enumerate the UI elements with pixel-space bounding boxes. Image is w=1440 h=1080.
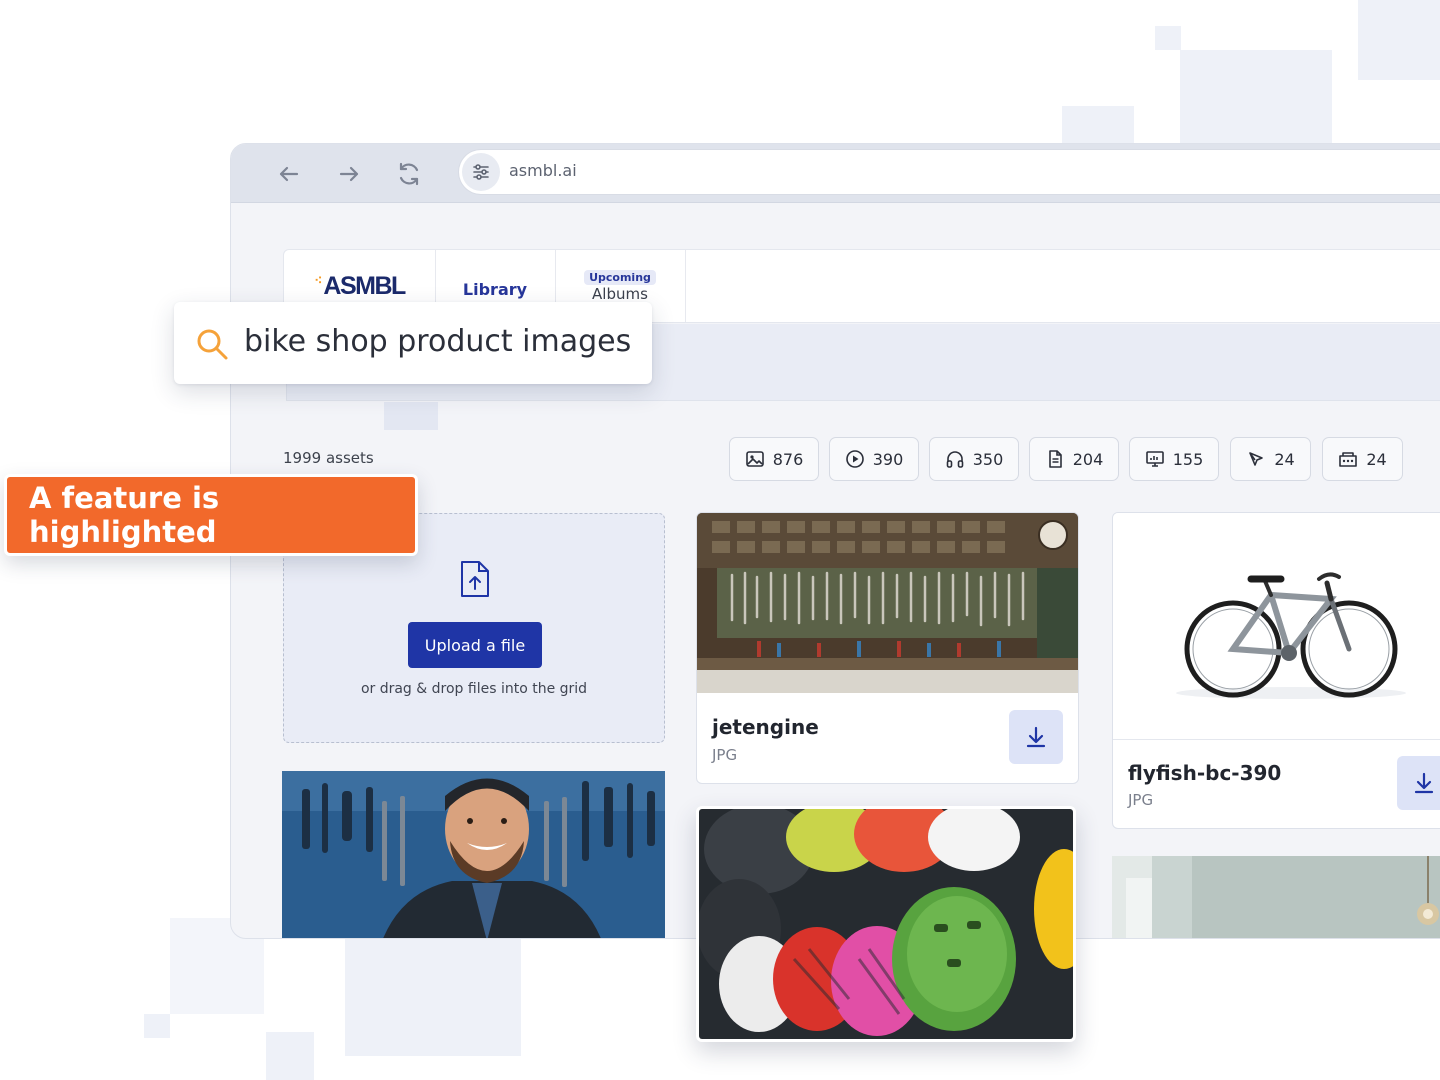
filter-images[interactable]: 876 <box>729 437 819 481</box>
asset-type: JPG <box>1128 791 1154 809</box>
asset-count: 1999 assets <box>283 449 374 467</box>
asset-thumbnail-bicycle <box>1113 513 1440 740</box>
image-icon <box>745 451 764 467</box>
filter-count: 155 <box>1172 449 1204 469</box>
reload-icon[interactable] <box>393 158 425 190</box>
asset-thumbnail-helmets[interactable] <box>696 806 1076 1042</box>
room-photo <box>1112 856 1440 938</box>
vector-icon <box>1249 452 1264 466</box>
tab-library-label: Library <box>462 279 528 299</box>
helmets-photo <box>699 809 1073 1039</box>
logo-text: ASMBL <box>323 271 406 300</box>
background-square <box>1062 106 1134 144</box>
asset-card[interactable]: jetengine JPG <box>696 512 1079 784</box>
logo-spark-icon: ⁖ <box>314 271 323 288</box>
tab-albums-label: Albums <box>592 284 648 303</box>
upcoming-badge: Upcoming <box>584 269 656 285</box>
audio-icon <box>946 451 964 468</box>
background-square <box>1155 26 1181 50</box>
site-settings-icon[interactable] <box>462 153 500 191</box>
filter-other[interactable]: 24 <box>1322 437 1403 481</box>
back-arrow-icon[interactable] <box>273 158 305 190</box>
download-icon <box>1414 772 1434 794</box>
filter-count: 876 <box>772 449 804 469</box>
download-button[interactable] <box>1397 756 1440 810</box>
search-bar[interactable]: bike shop product images <box>174 302 652 384</box>
background-square <box>266 1032 314 1080</box>
file-upload-icon <box>461 561 489 597</box>
other-icon <box>1339 452 1358 467</box>
upload-hint: or drag & drop files into the grid <box>360 681 588 697</box>
background-square <box>1358 0 1440 80</box>
video-icon <box>845 450 864 468</box>
filter-documents[interactable]: 204 <box>1029 437 1119 481</box>
forward-arrow-icon[interactable] <box>333 158 365 190</box>
background-square <box>345 938 521 1056</box>
asset-title: flyfish-bc-390 <box>1128 761 1282 785</box>
bicycle-photo <box>1176 572 1406 699</box>
download-icon <box>1026 726 1046 748</box>
upload-file-button[interactable]: Upload a file <box>408 622 542 668</box>
url-text: asmbl.ai <box>509 161 577 180</box>
filter-audio[interactable]: 350 <box>929 437 1019 481</box>
filter-count: 204 <box>1072 449 1104 469</box>
mechanic-photo <box>282 771 665 938</box>
filter-vectors[interactable]: 24 <box>1230 437 1311 481</box>
browser-toolbar: asmbl.ai <box>231 144 1440 203</box>
asset-thumbnail-workshop <box>697 513 1078 693</box>
asset-title: jetengine <box>712 715 819 739</box>
presentation-icon <box>1145 451 1164 467</box>
feature-highlight-callout: A feature is highlighted <box>4 474 418 556</box>
workshop-photo <box>697 513 1078 693</box>
filter-count: 350 <box>972 449 1004 469</box>
filter-presentations[interactable]: 155 <box>1129 437 1219 481</box>
asset-type: JPG <box>712 746 738 764</box>
background-square <box>384 402 438 430</box>
filter-count: 24 <box>1366 449 1387 469</box>
asset-thumbnail-mechanic[interactable] <box>282 771 665 938</box>
asset-card[interactable]: flyfish-bc-390 JPG <box>1112 512 1440 829</box>
asset-thumbnail-room[interactable] <box>1112 856 1440 938</box>
filter-videos[interactable]: 390 <box>829 437 919 481</box>
download-button[interactable] <box>1009 710 1063 764</box>
background-square <box>1180 50 1332 144</box>
address-bar[interactable]: asmbl.ai <box>459 150 1440 194</box>
filter-count: 24 <box>1274 449 1295 469</box>
search-input[interactable]: bike shop product images <box>244 324 631 359</box>
document-icon <box>1048 450 1062 468</box>
background-square <box>144 1014 170 1038</box>
filter-count: 390 <box>872 449 904 469</box>
search-icon <box>197 329 228 360</box>
